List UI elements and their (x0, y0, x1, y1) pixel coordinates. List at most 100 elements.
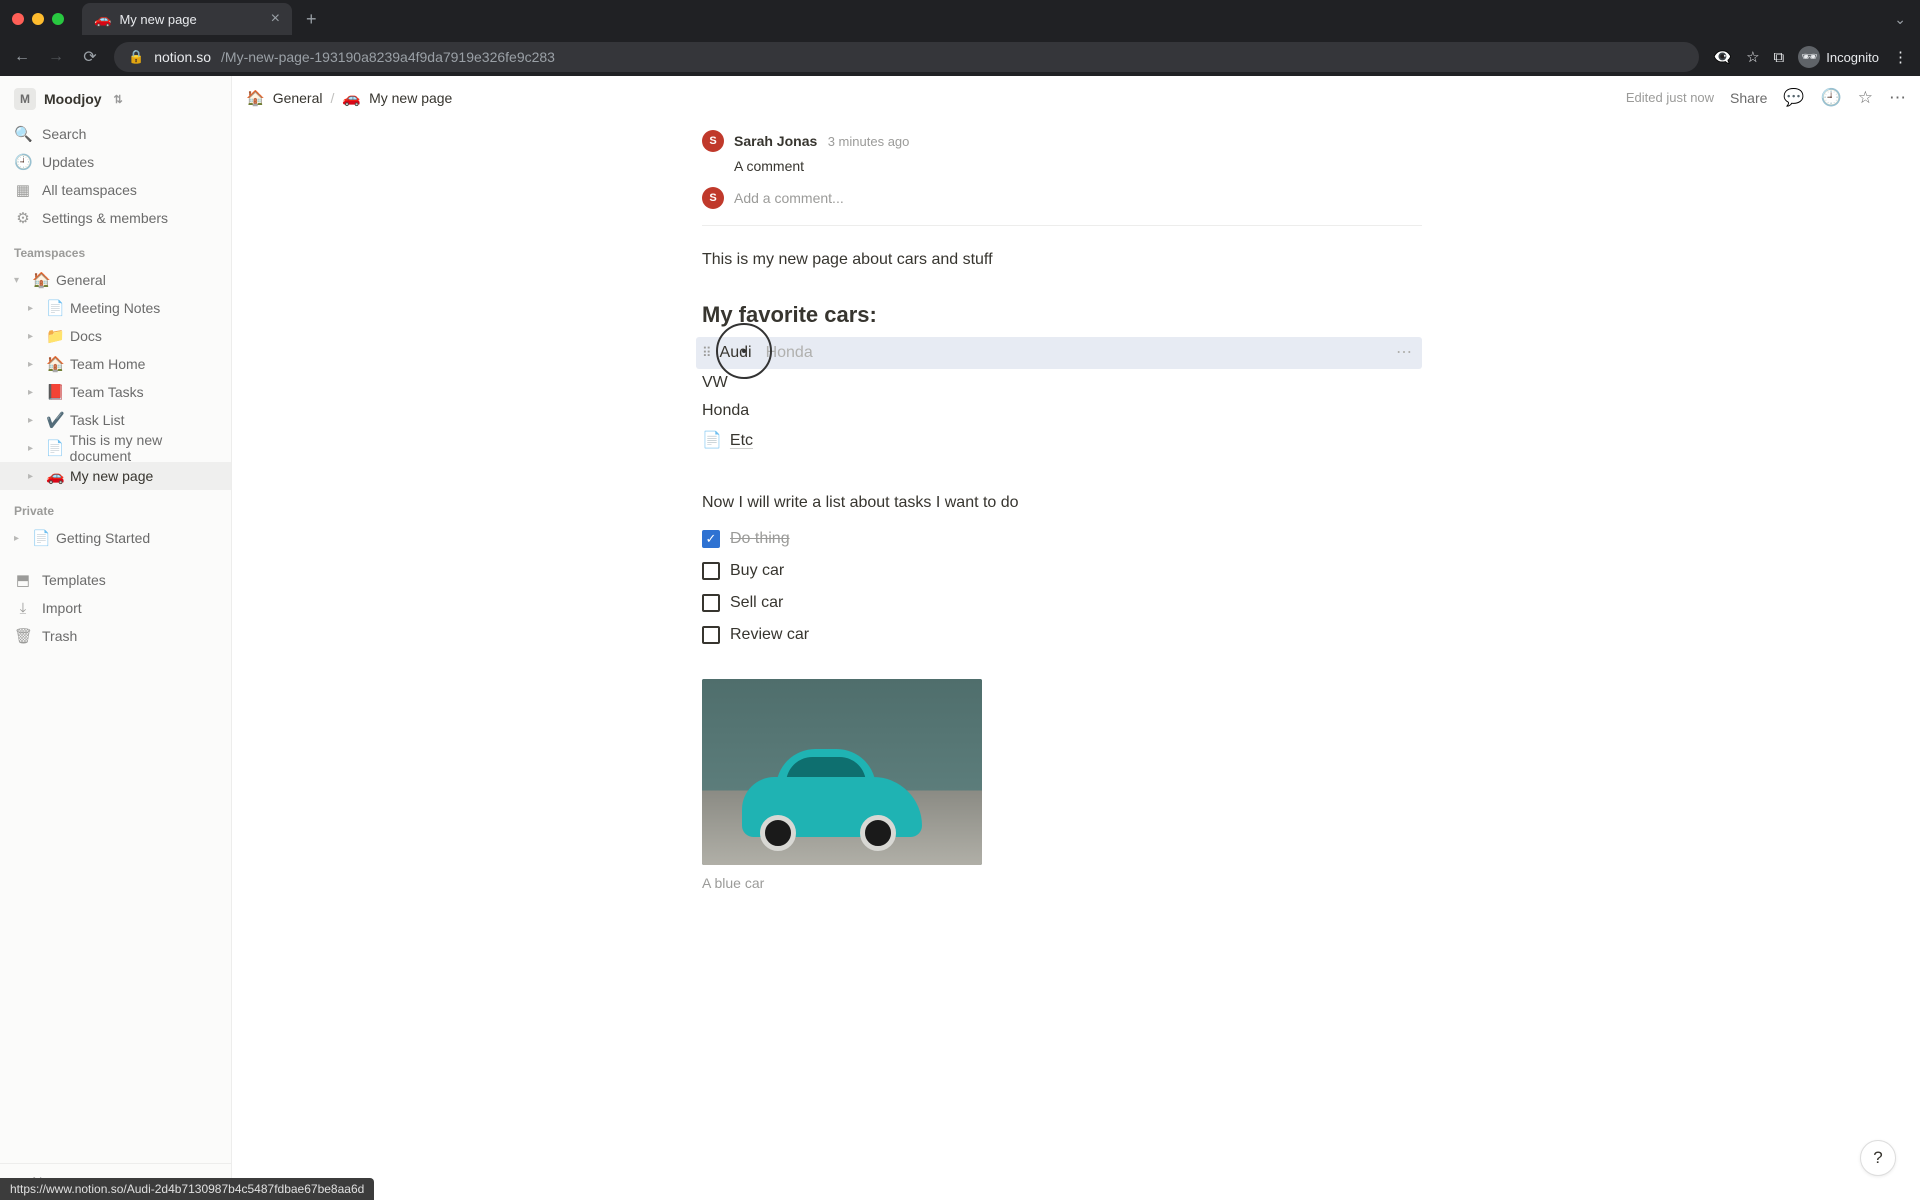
dragging-label: Audi (720, 341, 752, 365)
tree-meeting-notes[interactable]: ▸ 📄 Meeting Notes (0, 294, 231, 322)
sidebar-teamspaces[interactable]: ▦ All teamspaces (0, 176, 231, 204)
checkbox-icon[interactable] (702, 626, 720, 644)
tree-label: Team Tasks (70, 384, 144, 400)
search-icon: 🔍 (14, 125, 32, 143)
expand-arrow-icon[interactable]: ▸ (28, 471, 40, 482)
incognito-indicator[interactable]: 🕶 Incognito (1798, 46, 1879, 68)
url-path: /My-new-page-193190a8239a4f9da7919e326fe… (221, 49, 555, 65)
tree-team-home[interactable]: ▸ 🏠 Team Home (0, 350, 231, 378)
lock-icon: 🔒 (128, 49, 144, 65)
tree-label: Team Home (70, 356, 145, 372)
text-block[interactable]: VW (702, 369, 1422, 397)
checkbox-icon[interactable] (702, 562, 720, 580)
subpage-link[interactable]: 📄 Etc (702, 425, 1422, 457)
comment-author: Sarah Jonas (734, 133, 817, 149)
help-button[interactable]: ? (1860, 1140, 1896, 1176)
forward-button[interactable]: → (46, 48, 66, 66)
avatar: S (702, 187, 724, 209)
sidebar-settings[interactable]: ⚙ Settings & members (0, 204, 231, 232)
add-comment-placeholder: Add a comment... (734, 188, 844, 209)
maximize-window-icon[interactable] (52, 13, 64, 25)
browser-tab[interactable]: 🚗 My new page × (82, 3, 292, 35)
tree-label: My new page (70, 468, 153, 484)
extensions-icon[interactable]: ⧉ (1774, 49, 1785, 66)
main: 🏠 General / 🚗 My new page Edited just no… (232, 76, 1920, 1200)
url-box[interactable]: 🔒 notion.so/My-new-page-193190a8239a4f9d… (114, 42, 1699, 72)
sidebar-import[interactable]: ⤓ Import (0, 594, 231, 622)
share-button[interactable]: Share (1730, 90, 1767, 106)
comments-icon[interactable]: 💬 (1783, 88, 1804, 108)
sidebar-search[interactable]: 🔍 Search (0, 120, 231, 148)
tree-my-new-page[interactable]: ▸ 🚗 My new page (0, 462, 231, 490)
sidebar-item-label: All teamspaces (42, 182, 137, 198)
tree-general[interactable]: ▾ 🏠 General (0, 266, 231, 294)
todo-item[interactable]: Buy car (702, 555, 1422, 587)
new-tab-button[interactable]: + (306, 9, 317, 30)
expand-arrow-icon[interactable]: ▸ (28, 387, 40, 398)
reload-button[interactable]: ⟳ (80, 47, 100, 67)
sidebar-item-label: Updates (42, 154, 94, 170)
tree-label: Task List (70, 412, 124, 428)
tree-label: Getting Started (56, 530, 150, 546)
expand-arrow-icon[interactable]: ▸ (28, 443, 40, 454)
page-icon: 📄 (32, 529, 50, 547)
page-icon: 📄 (46, 299, 64, 317)
tasks-intro[interactable]: Now I will write a list about tasks I wa… (702, 491, 1422, 515)
house-icon: 🏠 (46, 355, 64, 373)
tree-docs[interactable]: ▸ 📁 Docs (0, 322, 231, 350)
drag-handle-icon[interactable]: ⠿ (702, 343, 712, 363)
expand-arrow-icon[interactable]: ▸ (28, 303, 40, 314)
expand-arrow-icon[interactable]: ▸ (28, 331, 40, 342)
todo-item[interactable]: ✓ Do thing (702, 523, 1422, 555)
expand-arrow-icon[interactable]: ▸ (28, 359, 40, 370)
favorite-star-icon[interactable]: ☆ (1858, 88, 1873, 108)
tree-team-tasks[interactable]: ▸ 📕 Team Tasks (0, 378, 231, 406)
chevron-icon: ⇅ (114, 93, 123, 106)
text-block[interactable]: Honda (702, 397, 1422, 425)
add-comment-input[interactable]: S Add a comment... (702, 179, 1422, 225)
workspace-switcher[interactable]: M Moodjoy ⇅ (0, 76, 231, 120)
tab-favicon: 🚗 (94, 11, 111, 28)
clock-icon: 🕘 (14, 153, 32, 171)
dragging-block[interactable]: ⠿ Audi Honda ⋯ (696, 337, 1422, 369)
image-block[interactable]: A blue car (702, 679, 1422, 894)
tree-new-document[interactable]: ▸ 📄 This is my new document (0, 434, 231, 462)
intro-paragraph[interactable]: This is my new page about cars and stuff (702, 248, 1422, 272)
todo-item[interactable]: Sell car (702, 587, 1422, 619)
comment-item[interactable]: S Sarah Jonas 3 minutes ago A comment (702, 128, 1422, 179)
sidebar-trash[interactable]: 🗑 Trash (0, 622, 231, 650)
window-controls[interactable] (12, 13, 64, 25)
updates-icon[interactable]: 🕘 (1821, 88, 1842, 108)
image-caption[interactable]: A blue car (702, 873, 1422, 894)
expand-arrow-icon[interactable]: ▸ (28, 415, 40, 426)
tree-task-list[interactable]: ▸ ✔️ Task List (0, 406, 231, 434)
checkbox-checked-icon[interactable]: ✓ (702, 530, 720, 548)
drop-ghost-label: Honda (766, 341, 813, 365)
todo-item[interactable]: Review car (702, 619, 1422, 651)
close-tab-icon[interactable]: × (271, 10, 280, 28)
tabs-menu-icon[interactable]: ⌄ (1894, 11, 1906, 28)
checkbox-icon[interactable] (702, 594, 720, 612)
todo-label: Buy car (730, 559, 784, 583)
minimize-window-icon[interactable] (32, 13, 44, 25)
browser-menu-icon[interactable]: ⋮ (1893, 48, 1908, 66)
eye-off-icon[interactable]: 👁‍🗨 (1713, 48, 1732, 66)
block-menu-icon[interactable]: ⋯ (1396, 341, 1414, 365)
tree-label: This is my new document (70, 432, 223, 464)
close-window-icon[interactable] (12, 13, 24, 25)
tree-getting-started[interactable]: ▸ 📄 Getting Started (0, 524, 231, 552)
incognito-label: Incognito (1826, 50, 1879, 65)
comment-text: A comment (734, 156, 909, 177)
bookmark-star-icon[interactable]: ☆ (1746, 48, 1759, 66)
breadcrumb-page[interactable]: My new page (369, 90, 452, 106)
more-menu-icon[interactable]: ⋯ (1889, 88, 1906, 108)
back-button[interactable]: ← (12, 48, 32, 66)
sidebar-updates[interactable]: 🕘 Updates (0, 148, 231, 176)
incognito-icon: 🕶 (1798, 46, 1820, 68)
breadcrumb-root[interactable]: General (273, 90, 323, 106)
section-teamspaces: Teamspaces (0, 232, 231, 266)
sidebar-templates[interactable]: ⬒ Templates (0, 566, 231, 594)
heading-favorite-cars[interactable]: My favorite cars: (702, 298, 1422, 331)
expand-arrow-icon[interactable]: ▸ (14, 533, 26, 544)
expand-arrow-icon[interactable]: ▾ (14, 275, 26, 286)
